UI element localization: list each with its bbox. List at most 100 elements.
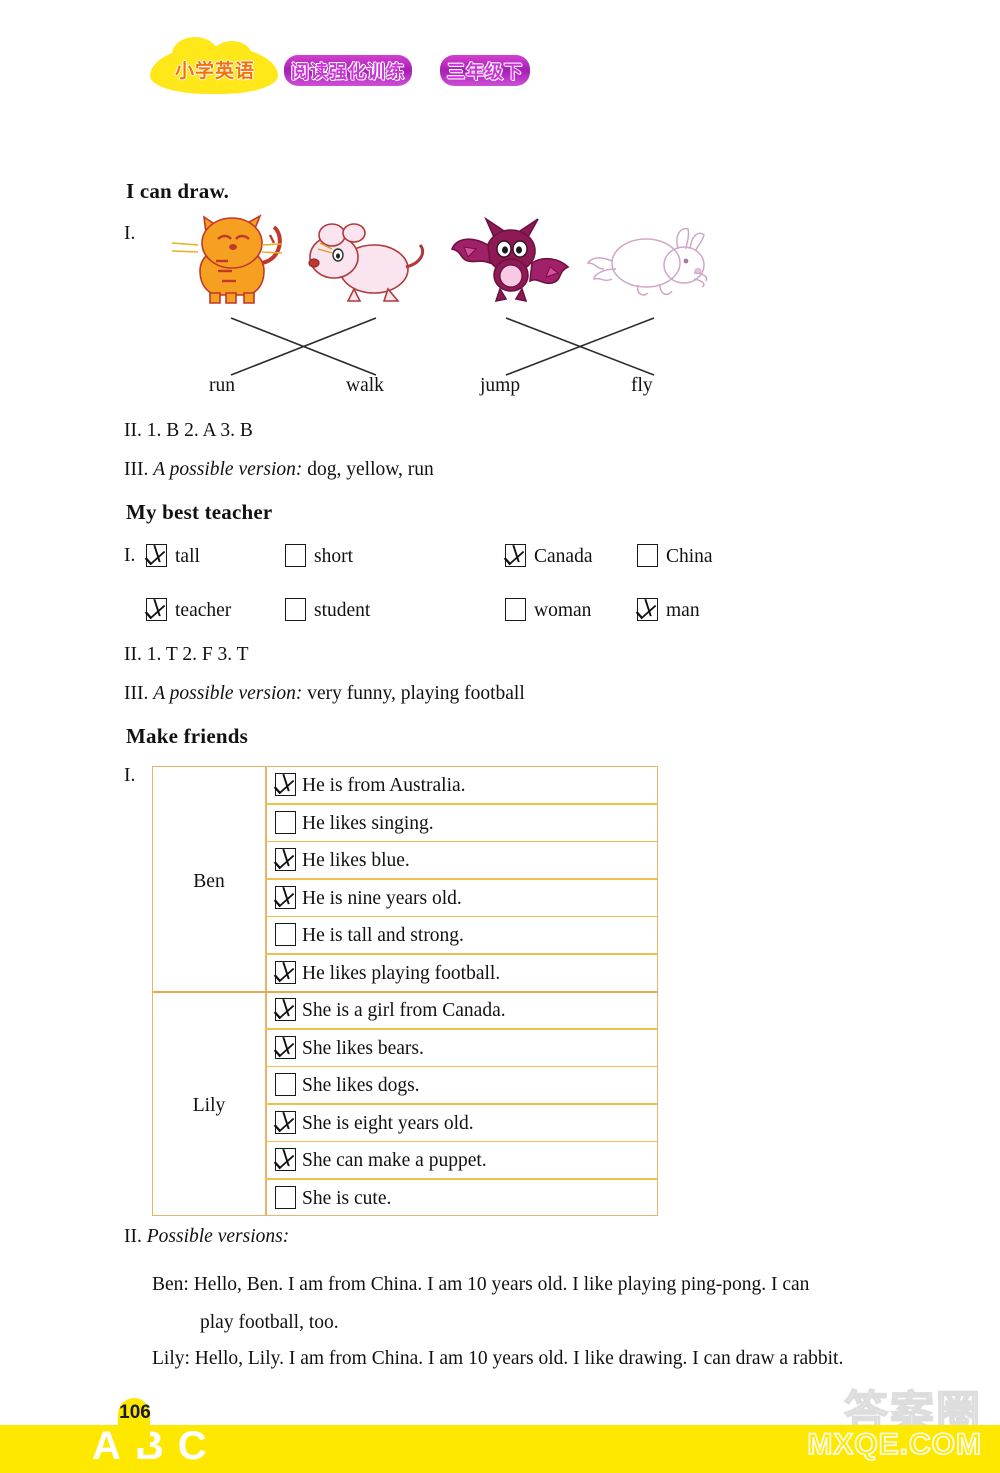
table-row[interactable]: She likes dogs. <box>265 1067 657 1105</box>
word-label-walk: walk <box>346 375 384 396</box>
section-1-answer-3-italic: A possible version: <box>153 459 303 480</box>
statement-label-ben-1: He is from Australia. <box>302 775 466 796</box>
section-2-exercise-1-label: I. <box>124 545 136 566</box>
checkbox-label-teacher: teacher <box>175 600 232 621</box>
table-name-cell-lily: Lily <box>192 1095 226 1116</box>
checkbox-lily-eight-years-old[interactable] <box>275 1110 296 1134</box>
statement-label-lily-3: She likes dogs. <box>302 1075 420 1096</box>
checkbox-lily-canada[interactable] <box>275 998 296 1021</box>
header-magenta-text-1: 阅读强化训练 <box>291 61 405 83</box>
checkbox-item-man[interactable]: man <box>637 598 700 622</box>
checkbox-item-teacher[interactable]: teacher <box>146 598 231 622</box>
statement-label-lily-5: She can make a puppet. <box>302 1150 487 1171</box>
table-row[interactable]: He likes playing football. <box>265 955 657 993</box>
statement-ben-2[interactable]: He likes singing. <box>275 810 434 835</box>
statement-lily-6[interactable]: She is cute. <box>275 1185 392 1210</box>
checkbox-lily-cute[interactable] <box>275 1185 296 1209</box>
exercise-1-matching-area: I. run walk jump fly <box>124 213 744 398</box>
statement-label-ben-3: He likes blue. <box>302 850 410 871</box>
checkbox-item-canada[interactable]: Canada <box>505 544 592 568</box>
table-row[interactable]: She is cute. <box>265 1180 657 1218</box>
footer-abc-mark: ABC <box>92 1424 221 1468</box>
checkbox-item-student[interactable]: student <box>285 598 370 622</box>
statement-label-ben-5: He is tall and strong. <box>302 925 464 946</box>
statement-label-lily-6: She is cute. <box>302 1187 392 1209</box>
statement-lily-3[interactable]: She likes dogs. <box>275 1073 420 1097</box>
checkbox-ben-australia[interactable] <box>275 773 296 796</box>
section-2-answer-3-label: III. <box>124 683 149 704</box>
statement-ben-4[interactable]: He is nine years old. <box>275 885 462 910</box>
checkbox-item-tall[interactable]: tall <box>146 544 200 568</box>
word-label-jump: jump <box>480 375 521 396</box>
statement-label-lily-2: She likes bears. <box>302 1037 424 1059</box>
statement-lily-5[interactable]: She can make a puppet. <box>275 1148 487 1172</box>
header-badge-text: 小学英语 <box>174 60 255 82</box>
checkbox-china[interactable] <box>637 544 658 567</box>
statement-label-ben-6: He likes playing football. <box>302 962 501 984</box>
section-1-answer-3-label: III. <box>124 459 149 480</box>
section-3-answer-2-label: II. <box>124 1226 142 1247</box>
section-3-answer-2-italic: Possible versions: <box>146 1226 290 1247</box>
statement-label-ben-2: He likes singing. <box>302 812 434 834</box>
checkbox-canada[interactable] <box>505 544 526 567</box>
checkbox-ben-singing[interactable] <box>275 810 296 834</box>
checkbox-label-canada: Canada <box>534 546 593 567</box>
statement-label-lily-1: She is a girl from Canada. <box>302 1000 506 1021</box>
checkbox-teacher[interactable] <box>146 598 167 621</box>
checkbox-item-china[interactable]: China <box>637 544 713 568</box>
table-row[interactable]: She can make a puppet. <box>265 1142 657 1180</box>
section-title-make-friends: Make friends <box>126 724 248 748</box>
page-header-banner: 小学英语 阅读强化训练 三年级下 <box>150 37 570 100</box>
statement-ben-5[interactable]: He is tall and strong. <box>275 923 464 947</box>
table-row[interactable]: He is from Australia. <box>265 767 657 805</box>
table-name-cell-ben: Ben <box>193 871 225 892</box>
checkbox-item-woman[interactable]: woman <box>505 598 591 622</box>
page-number: 106 <box>119 1402 151 1423</box>
checkbox-student[interactable] <box>285 598 306 621</box>
table-row[interactable]: He likes singing. <box>265 805 657 842</box>
checkbox-ben-tall-strong[interactable] <box>275 923 296 946</box>
section-2-answer-3: III. A possible version: very funny, pla… <box>124 683 525 705</box>
statement-ben-1[interactable]: He is from Australia. <box>275 773 466 797</box>
table-row[interactable]: She is eight years old. <box>265 1105 657 1142</box>
statement-label-ben-4: He is nine years old. <box>302 887 462 909</box>
header-magenta-text-2: 三年级下 <box>447 61 523 83</box>
section-title-my-best-teacher: My best teacher <box>126 500 273 524</box>
section-2-answer-3-text: very funny, playing football <box>307 683 525 704</box>
checkbox-lily-puppet[interactable] <box>275 1148 296 1171</box>
checkbox-label-short: short <box>314 546 353 567</box>
checkbox-lily-dogs[interactable] <box>275 1073 296 1096</box>
statement-lily-1[interactable]: She is a girl from Canada. <box>275 998 506 1022</box>
possible-version-ben-line-2: play football, too. <box>200 1312 339 1333</box>
header-magenta-group-2: 三年级下 <box>440 55 530 86</box>
table-row[interactable]: She likes bears. <box>265 1030 657 1067</box>
section-1-answer-3-text: dog, yellow, run <box>307 459 434 480</box>
checkbox-ben-playing-football[interactable] <box>275 960 296 984</box>
table-row[interactable]: She is a girl from Canada. <box>265 992 657 1030</box>
section-3-answer-2: II. Possible versions: <box>124 1226 289 1248</box>
table-row[interactable]: He is nine years old. <box>265 880 657 917</box>
checkbox-ben-nine-years-old[interactable] <box>275 885 296 909</box>
section-2-answer-3-italic: A possible version: <box>153 683 303 704</box>
table-row[interactable]: He likes blue. <box>265 842 657 880</box>
workbook-answer-page: 小学英语 阅读强化训练 三年级下 I can draw. I. run walk… <box>0 0 1000 1473</box>
checkbox-item-short[interactable]: short <box>285 544 353 568</box>
checkbox-label-student: student <box>314 600 371 621</box>
checkbox-woman[interactable] <box>505 598 526 621</box>
statement-ben-6[interactable]: He likes playing football. <box>275 960 501 985</box>
statement-label-lily-4: She is eight years old. <box>302 1112 474 1134</box>
checkbox-tall[interactable] <box>146 544 167 567</box>
statement-lily-4[interactable]: She is eight years old. <box>275 1110 474 1135</box>
checkbox-ben-blue[interactable] <box>275 848 296 871</box>
possible-version-ben-line-1: Ben: Hello, Ben. I am from China. I am 1… <box>152 1274 810 1295</box>
possible-version-lily-line-1: Lily: Hello, Lily. I am from China. I am… <box>152 1348 844 1369</box>
header-magenta-group-1: 阅读强化训练 <box>284 55 412 86</box>
section-3-exercise-1-label: I. <box>124 765 136 786</box>
checkbox-man[interactable] <box>637 598 658 621</box>
statement-lily-2[interactable]: She likes bears. <box>275 1035 424 1060</box>
checkbox-short[interactable] <box>285 544 306 567</box>
table-row[interactable]: He is tall and strong. <box>265 917 657 955</box>
statement-ben-3[interactable]: He likes blue. <box>275 848 410 872</box>
word-label-run: run <box>209 375 235 396</box>
checkbox-lily-bears[interactable] <box>275 1035 296 1059</box>
